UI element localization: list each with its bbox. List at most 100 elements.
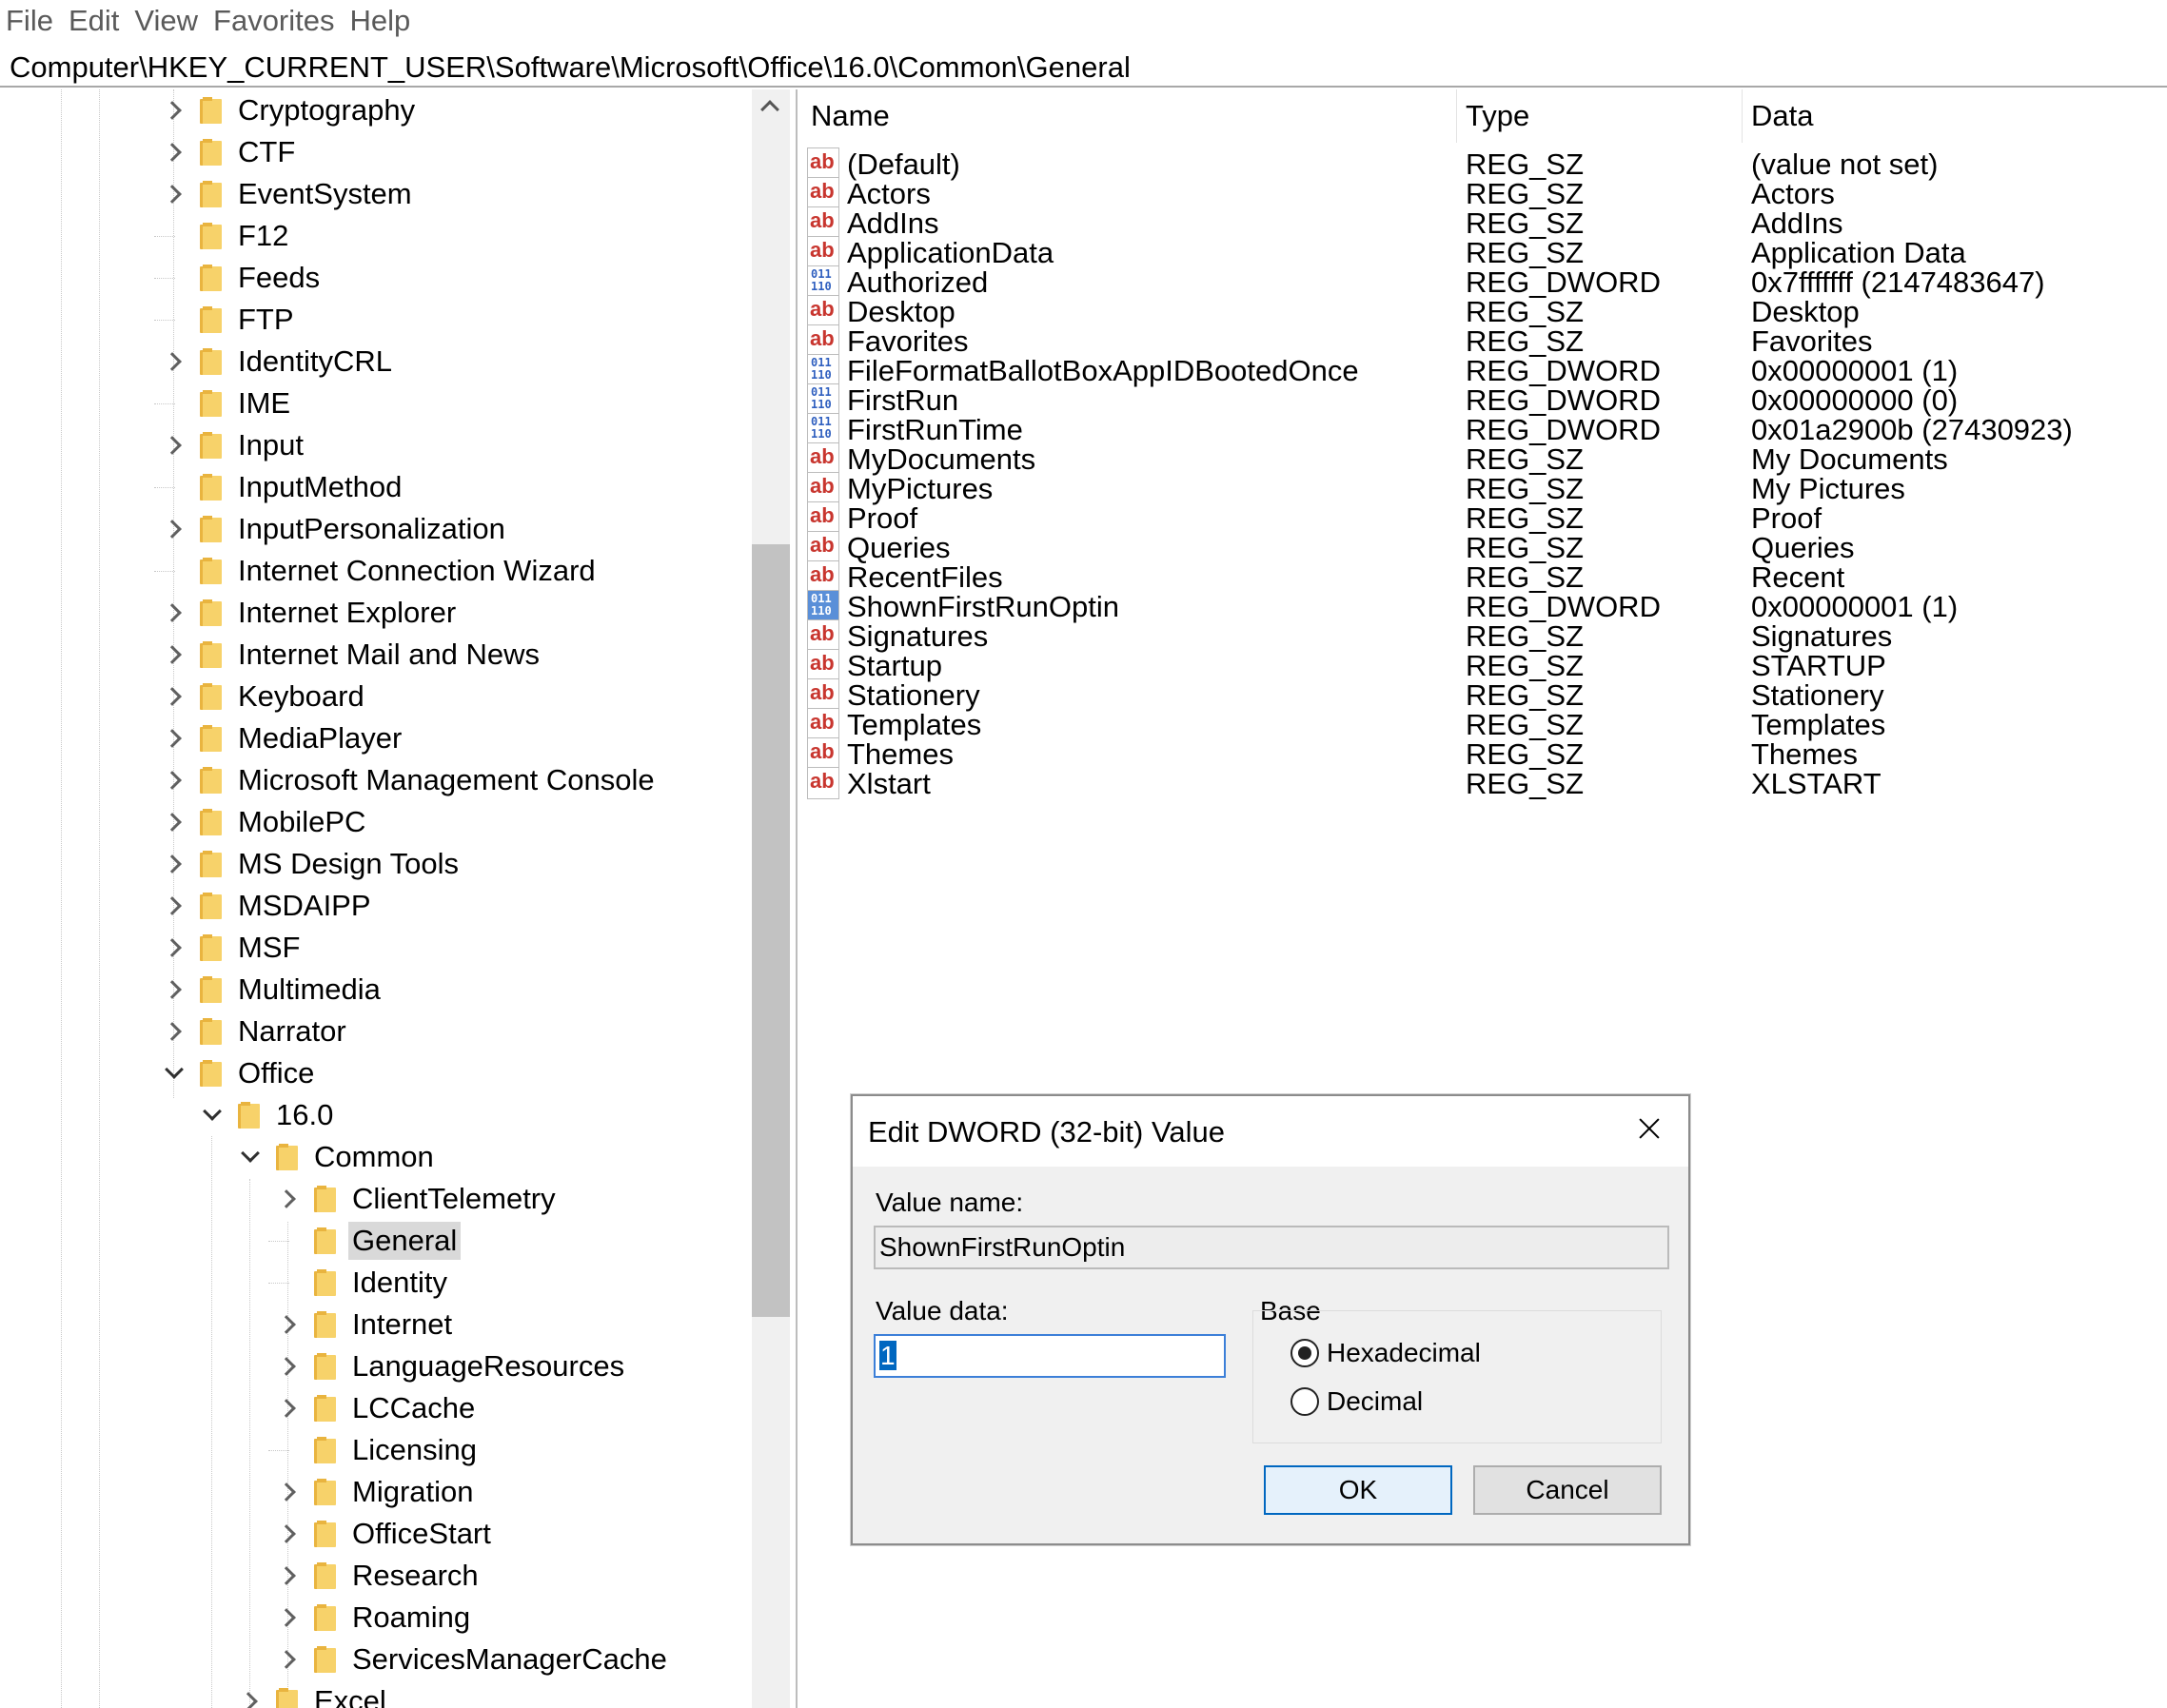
ok-button[interactable]: OK: [1264, 1465, 1452, 1515]
tree-node[interactable]: ClientTelemetry: [276, 1178, 560, 1220]
tree-node[interactable]: General: [268, 1220, 462, 1262]
column-header-name[interactable]: Name: [811, 99, 890, 133]
value-row[interactable]: ab Xlstart REG_SZ XLSTART: [805, 762, 2167, 805]
tree-node[interactable]: MSF: [162, 927, 304, 969]
chevron-right-icon[interactable]: [162, 927, 187, 969]
tree-node[interactable]: Identity: [268, 1262, 451, 1304]
chevron-right-icon[interactable]: [162, 676, 187, 717]
chevron-right-icon[interactable]: [162, 508, 187, 550]
tree-node[interactable]: Internet Explorer: [162, 592, 460, 634]
menu-view[interactable]: View: [134, 0, 198, 42]
chevron-right-icon[interactable]: [162, 424, 187, 466]
chevron-right-icon[interactable]: [162, 634, 187, 676]
chevron-right-icon[interactable]: [162, 131, 187, 173]
tree-node[interactable]: LCCache: [276, 1387, 479, 1429]
chevron-right-icon[interactable]: [276, 1597, 301, 1639]
tree-node[interactable]: Narrator: [162, 1011, 350, 1052]
tree-node[interactable]: Internet: [276, 1304, 456, 1345]
tree-node[interactable]: InputMethod: [154, 466, 405, 508]
tree-node[interactable]: Excel: [238, 1680, 390, 1708]
chevron-right-icon[interactable]: [162, 969, 187, 1011]
menu-favorites[interactable]: Favorites: [213, 0, 334, 42]
tree-node[interactable]: MediaPlayer: [162, 717, 405, 759]
tree-node[interactable]: Keyboard: [162, 676, 368, 717]
radio-indicator[interactable]: [1290, 1387, 1319, 1416]
chevron-right-icon[interactable]: [162, 801, 187, 843]
tree-node[interactable]: IME: [154, 383, 294, 424]
menu-edit[interactable]: Edit: [69, 0, 119, 42]
folder-icon: [274, 1686, 299, 1708]
tree-connector: [154, 215, 187, 257]
tree-node[interactable]: Cryptography: [162, 89, 419, 131]
folder-icon: [198, 1016, 223, 1047]
tree-node[interactable]: Input: [162, 424, 307, 466]
tree-node[interactable]: MobilePC: [162, 801, 369, 843]
address-bar[interactable]: Computer\HKEY_CURRENT_USER\Software\Micr…: [0, 48, 2167, 88]
folder-icon: [198, 346, 223, 377]
tree-node[interactable]: Roaming: [276, 1597, 474, 1639]
chevron-down-icon[interactable]: [162, 1052, 187, 1094]
column-separator[interactable]: [1742, 89, 1743, 143]
chevron-right-icon[interactable]: [162, 717, 187, 759]
decimal-radio[interactable]: Decimal: [1290, 1386, 1423, 1417]
chevron-right-icon[interactable]: [162, 341, 187, 383]
tree-node[interactable]: CTF: [162, 131, 299, 173]
value-name-field[interactable]: ShownFirstRunOptin: [874, 1226, 1669, 1269]
tree-scrollbar[interactable]: [752, 89, 790, 1708]
menu-help[interactable]: Help: [350, 0, 411, 42]
tree-node[interactable]: FTP: [154, 299, 298, 341]
tree-node[interactable]: Multimedia: [162, 969, 384, 1011]
tree-node-label: Internet Connection Wizard: [238, 554, 596, 587]
chevron-right-icon[interactable]: [276, 1639, 301, 1680]
chevron-right-icon[interactable]: [238, 1680, 263, 1708]
chevron-right-icon[interactable]: [162, 173, 187, 215]
column-header-data[interactable]: Data: [1751, 99, 1813, 133]
chevron-right-icon[interactable]: [162, 1011, 187, 1052]
close-icon[interactable]: [1635, 1115, 1664, 1144]
tree-node[interactable]: LanguageResources: [276, 1345, 628, 1387]
chevron-right-icon[interactable]: [276, 1555, 301, 1597]
menu-file[interactable]: File: [6, 0, 53, 42]
chevron-right-icon[interactable]: [276, 1345, 301, 1387]
tree-node[interactable]: InputPersonalization: [162, 508, 509, 550]
value-data-input[interactable]: 1: [874, 1334, 1226, 1378]
tree-node[interactable]: 16.0: [200, 1094, 337, 1136]
chevron-right-icon[interactable]: [276, 1304, 301, 1345]
chevron-right-icon[interactable]: [276, 1387, 301, 1429]
hexadecimal-radio[interactable]: Hexadecimal: [1290, 1338, 1481, 1368]
tree-node[interactable]: MS Design Tools: [162, 843, 463, 885]
tree-node[interactable]: IdentityCRL: [162, 341, 396, 383]
chevron-right-icon[interactable]: [162, 89, 187, 131]
tree-node[interactable]: Microsoft Management Console: [162, 759, 659, 801]
tree-node[interactable]: Common: [238, 1136, 438, 1178]
tree-node[interactable]: OfficeStart: [276, 1513, 495, 1555]
chevron-right-icon[interactable]: [162, 843, 187, 885]
chevron-right-icon[interactable]: [162, 759, 187, 801]
tree-node[interactable]: ServicesManagerCache: [276, 1639, 671, 1680]
column-separator[interactable]: [1456, 89, 1457, 143]
chevron-down-icon[interactable]: [238, 1136, 263, 1178]
radio-indicator[interactable]: [1290, 1339, 1319, 1367]
tree-node[interactable]: Licensing: [268, 1429, 481, 1471]
tree-node[interactable]: Internet Connection Wizard: [154, 550, 600, 592]
column-header-type[interactable]: Type: [1466, 99, 1529, 133]
tree-node[interactable]: Office: [162, 1052, 318, 1094]
scroll-up-arrow-icon[interactable]: [760, 100, 779, 119]
chevron-down-icon[interactable]: [200, 1094, 225, 1136]
chevron-right-icon[interactable]: [276, 1513, 301, 1555]
chevron-right-icon[interactable]: [162, 592, 187, 634]
tree-node[interactable]: Migration: [276, 1471, 478, 1513]
tree-node[interactable]: F12: [154, 215, 292, 257]
tree-node[interactable]: Research: [276, 1555, 483, 1597]
tree-connector: [268, 1429, 301, 1471]
cancel-button[interactable]: Cancel: [1473, 1465, 1662, 1515]
chevron-right-icon[interactable]: [276, 1471, 301, 1513]
tree-node[interactable]: Internet Mail and News: [162, 634, 543, 676]
pane-splitter[interactable]: [796, 89, 798, 1708]
scrollbar-thumb[interactable]: [752, 544, 790, 1317]
chevron-right-icon[interactable]: [162, 885, 187, 927]
chevron-right-icon[interactable]: [276, 1178, 301, 1220]
tree-node[interactable]: Feeds: [154, 257, 324, 299]
tree-node[interactable]: MSDAIPP: [162, 885, 375, 927]
tree-node[interactable]: EventSystem: [162, 173, 416, 215]
